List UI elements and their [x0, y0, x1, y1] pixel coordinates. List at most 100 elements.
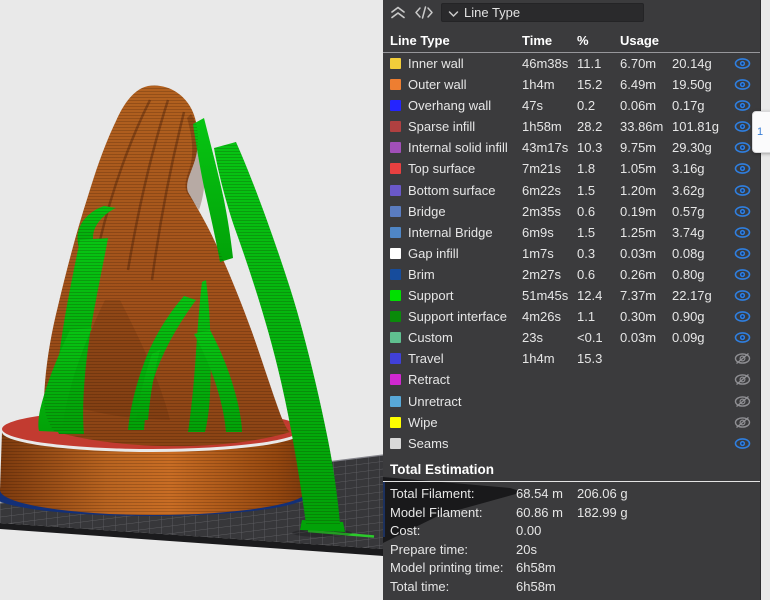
line-type-color-swatch — [390, 395, 401, 407]
line-type-time: 1h58m — [522, 119, 562, 135]
totals-label: Model printing time: — [390, 560, 504, 576]
table-row: Gap infill 1m7s 0.3 0.03m 0.08g — [383, 243, 760, 264]
line-type-color-swatch — [390, 58, 401, 69]
line-type-length: 0.03m — [620, 245, 657, 261]
line-type-percent: 15.3 — [577, 351, 603, 367]
visibility-eye-off-icon[interactable] — [734, 352, 751, 365]
table-row: Travel 1h4m 15.3 — [383, 348, 760, 369]
visibility-eye-off-icon[interactable] — [734, 416, 751, 429]
visibility-eye-off-icon[interactable] — [734, 373, 751, 386]
line-type-color-swatch — [390, 247, 401, 259]
line-type-percent: <0.1 — [577, 330, 603, 346]
gcode-view-icon[interactable] — [414, 4, 434, 22]
line-type-weight: 3.74g — [672, 224, 705, 240]
totals-label: Model Filament: — [390, 504, 483, 520]
totals-separator — [383, 481, 760, 482]
line-type-time: 23s — [522, 330, 543, 346]
totals-row: Prepare time: 20s — [383, 540, 760, 559]
visibility-eye-icon[interactable] — [734, 437, 751, 450]
totals-row: Cost: 0.00 — [383, 521, 760, 540]
line-type-label: Brim — [408, 266, 435, 282]
totals-value-2: 182.99 g — [577, 504, 628, 520]
table-row: Retract — [383, 369, 760, 390]
table-row: Sparse infill 1h58m 28.2 33.86m 101.81g — [383, 116, 760, 137]
visibility-eye-icon[interactable] — [734, 78, 751, 91]
visibility-eye-icon[interactable] — [734, 331, 751, 344]
table-row: Bridge 2m35s 0.6 0.19m 0.57g — [383, 201, 760, 222]
panel-toolbar: Line Type — [383, 0, 760, 26]
line-type-color-swatch — [390, 226, 401, 238]
visibility-eye-icon[interactable] — [734, 57, 751, 70]
visibility-eye-icon[interactable] — [734, 162, 751, 175]
line-type-weight: 0.57g — [672, 203, 705, 219]
line-type-length: 0.03m — [620, 330, 657, 346]
line-type-percent: 28.2 — [577, 119, 603, 135]
line-type-weight: 22.17g — [672, 288, 712, 304]
line-type-color-swatch — [390, 205, 401, 217]
line-type-length: 1.05m — [620, 161, 657, 177]
view-type-selected: Line Type — [464, 5, 521, 20]
line-type-weight: 3.16g — [672, 161, 705, 177]
visibility-eye-icon[interactable] — [734, 141, 751, 154]
line-type-color-swatch — [390, 374, 401, 386]
table-row: Top surface 7m21s 1.8 1.05m 3.16g — [383, 158, 760, 179]
table-row: Inner wall 46m38s 11.1 6.70m 20.14g — [383, 53, 760, 74]
line-type-time: 1h4m — [522, 77, 555, 93]
visibility-eye-icon[interactable] — [734, 184, 751, 197]
line-type-color-swatch — [390, 290, 401, 302]
view-type-dropdown[interactable]: Line Type — [441, 3, 644, 22]
totals-row: Model printing time: 6h58m — [383, 558, 760, 577]
line-type-rows: Inner wall 46m38s 11.1 6.70m 20.14g Oute… — [383, 53, 760, 454]
line-type-weight: 0.80g — [672, 266, 705, 282]
line-type-color-swatch — [390, 268, 401, 280]
visibility-eye-icon[interactable] — [734, 120, 751, 133]
totals-row: Total time: 6h58m — [383, 577, 760, 596]
totals-title: Total Estimation — [390, 462, 495, 477]
visibility-eye-icon[interactable] — [734, 226, 751, 239]
totals-label: Cost: — [390, 523, 421, 539]
visibility-eye-icon[interactable] — [734, 268, 751, 281]
totals-value: 0.00 — [516, 523, 542, 539]
line-type-length: 6.49m — [620, 77, 657, 93]
line-type-length: 33.86m — [620, 119, 664, 135]
layer-badge-value: 1 — [757, 126, 764, 138]
line-type-color-swatch — [390, 332, 401, 344]
line-type-length: 1.20m — [620, 182, 657, 198]
line-type-label: Overhang wall — [408, 98, 492, 114]
line-type-time: 6m9s — [522, 224, 554, 240]
table-row: Internal solid infill 43m17s 10.3 9.75m … — [383, 137, 760, 158]
totals-label: Prepare time: — [390, 541, 469, 557]
table-row: Support interface 4m26s 1.1 0.30m 0.90g — [383, 306, 760, 327]
totals-value: 68.54 m — [516, 486, 563, 501]
line-type-panel: Line Type Line Type Time % Usage Inner w… — [383, 0, 761, 600]
collapse-panel-icon[interactable] — [389, 4, 409, 22]
visibility-eye-icon[interactable] — [734, 99, 751, 112]
totals-value: 6h58m — [516, 560, 556, 576]
line-type-color-swatch — [390, 79, 401, 91]
visibility-eye-icon[interactable] — [734, 247, 751, 260]
line-type-weight: 3.62g — [672, 182, 705, 198]
visibility-eye-icon[interactable] — [734, 289, 751, 302]
totals-row: Model Filament: 60.86 m 182.99 g — [383, 503, 760, 522]
column-header-line-type: Line Type — [390, 33, 450, 48]
line-type-percent: 0.2 — [577, 98, 596, 114]
visibility-eye-off-icon[interactable] — [734, 395, 751, 408]
line-type-length: 0.19m — [620, 203, 657, 219]
visibility-eye-icon[interactable] — [734, 205, 751, 218]
totals-value: 6h58m — [516, 578, 556, 594]
visibility-eye-icon[interactable] — [734, 310, 751, 323]
line-type-label: Wipe — [408, 414, 438, 430]
line-type-percent: 15.2 — [577, 77, 603, 93]
line-type-color-swatch — [390, 163, 401, 175]
line-type-color-swatch — [390, 142, 401, 154]
table-row: Seams — [383, 433, 760, 454]
line-type-time: 1h4m — [522, 351, 555, 367]
totals-rows: Total Filament: 68.54 m 206.06 g Model F… — [383, 484, 760, 596]
table-row: Support 51m45s 12.4 7.37m 22.17g — [383, 285, 760, 306]
column-header-time: Time — [522, 33, 553, 48]
line-type-label: Sparse infill — [408, 119, 476, 135]
viewport-3d[interactable] — [0, 0, 383, 600]
line-type-percent: 11.1 — [577, 56, 602, 71]
column-header-usage: Usage — [620, 33, 660, 48]
line-type-time: 46m38s — [522, 56, 569, 71]
